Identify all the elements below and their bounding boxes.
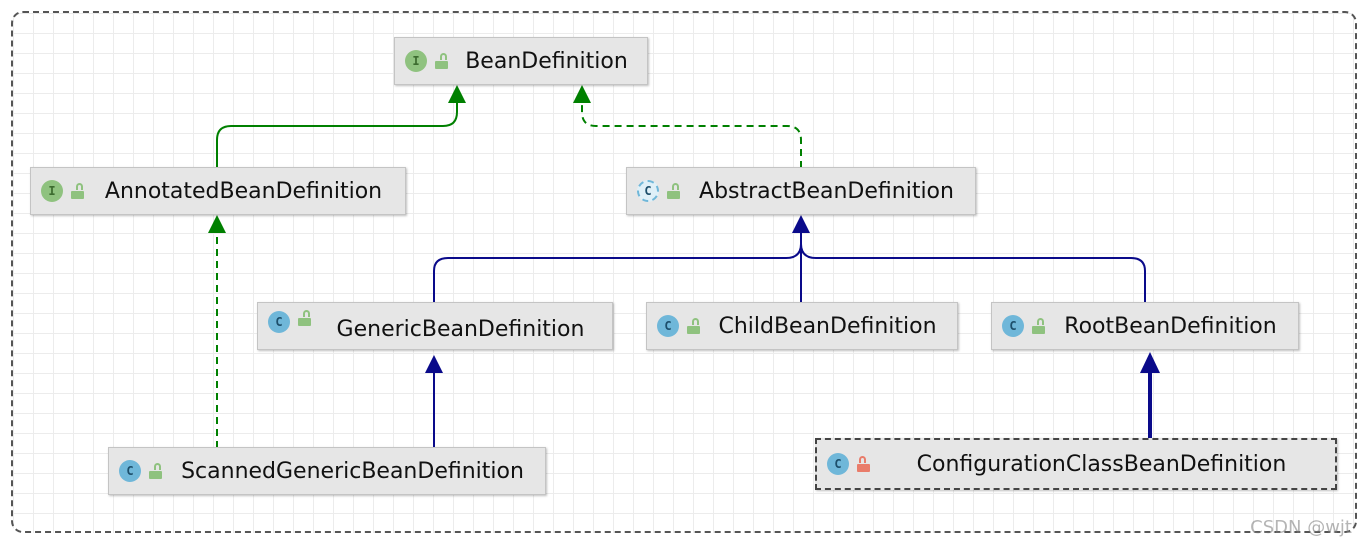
node-bean-definition[interactable]: I BeanDefinition [394, 37, 648, 85]
public-visibility-icon [149, 462, 162, 479]
arrowhead-abstract-to-beandefinition [573, 85, 591, 103]
node-abstract-bean-definition[interactable]: C AbstractBeanDefinition [626, 167, 976, 215]
class-icon: C [657, 315, 679, 337]
public-visibility-icon [1032, 317, 1045, 334]
node-label: GenericBeanDefinition [336, 317, 585, 342]
edge-generic-to-abstract [433, 233, 802, 302]
interface-icon: I [41, 180, 63, 202]
class-icon: C [1002, 315, 1024, 337]
node-generic-bean-definition[interactable]: C GenericBeanDefinition [257, 302, 613, 350]
node-label: ScannedGenericBeanDefinition [181, 458, 524, 484]
arrowhead-scanned-to-generic [425, 355, 443, 373]
private-visibility-icon [857, 455, 870, 472]
abstract-class-icon: C [637, 180, 659, 202]
public-visibility-icon [435, 52, 448, 69]
node-label: AnnotatedBeanDefinition [104, 178, 383, 204]
arrowhead-scanned-to-annotated [208, 215, 226, 233]
public-visibility-icon [667, 182, 680, 199]
public-visibility-icon [687, 317, 700, 334]
node-label: BeanDefinition [465, 48, 628, 74]
edge-annotated-to-beandefinition [216, 101, 458, 168]
node-label: AbstractBeanDefinition [699, 178, 954, 204]
public-visibility-icon [298, 310, 311, 326]
edge-root-to-abstract [800, 233, 1146, 302]
node-configuration-class-bean-definition[interactable]: C ConfigurationClassBeanDefinition [815, 438, 1337, 490]
edge-abstract-to-beandefinition [581, 101, 802, 168]
node-label: RootBeanDefinition [1064, 313, 1277, 339]
node-root-bean-definition[interactable]: C RootBeanDefinition [991, 302, 1299, 350]
node-label: ChildBeanDefinition [718, 313, 937, 339]
class-icon: C [119, 460, 141, 482]
node-annotated-bean-definition[interactable]: I AnnotatedBeanDefinition [30, 167, 406, 215]
public-visibility-icon [71, 182, 84, 199]
node-scanned-generic-bean-definition[interactable]: C ScannedGenericBeanDefinition [108, 447, 546, 495]
class-icon: C [268, 311, 290, 333]
class-icon: C [827, 453, 849, 475]
arrowhead-to-abstract [792, 215, 810, 233]
node-label: ConfigurationClassBeanDefinition [916, 451, 1287, 477]
arrowhead-annotated-to-beandefinition [448, 85, 466, 103]
interface-icon: I [405, 50, 427, 72]
watermark: CSDN @wjt [1250, 517, 1352, 538]
node-child-bean-definition[interactable]: C ChildBeanDefinition [646, 302, 958, 350]
arrowhead-configuration-to-root [1140, 352, 1160, 373]
